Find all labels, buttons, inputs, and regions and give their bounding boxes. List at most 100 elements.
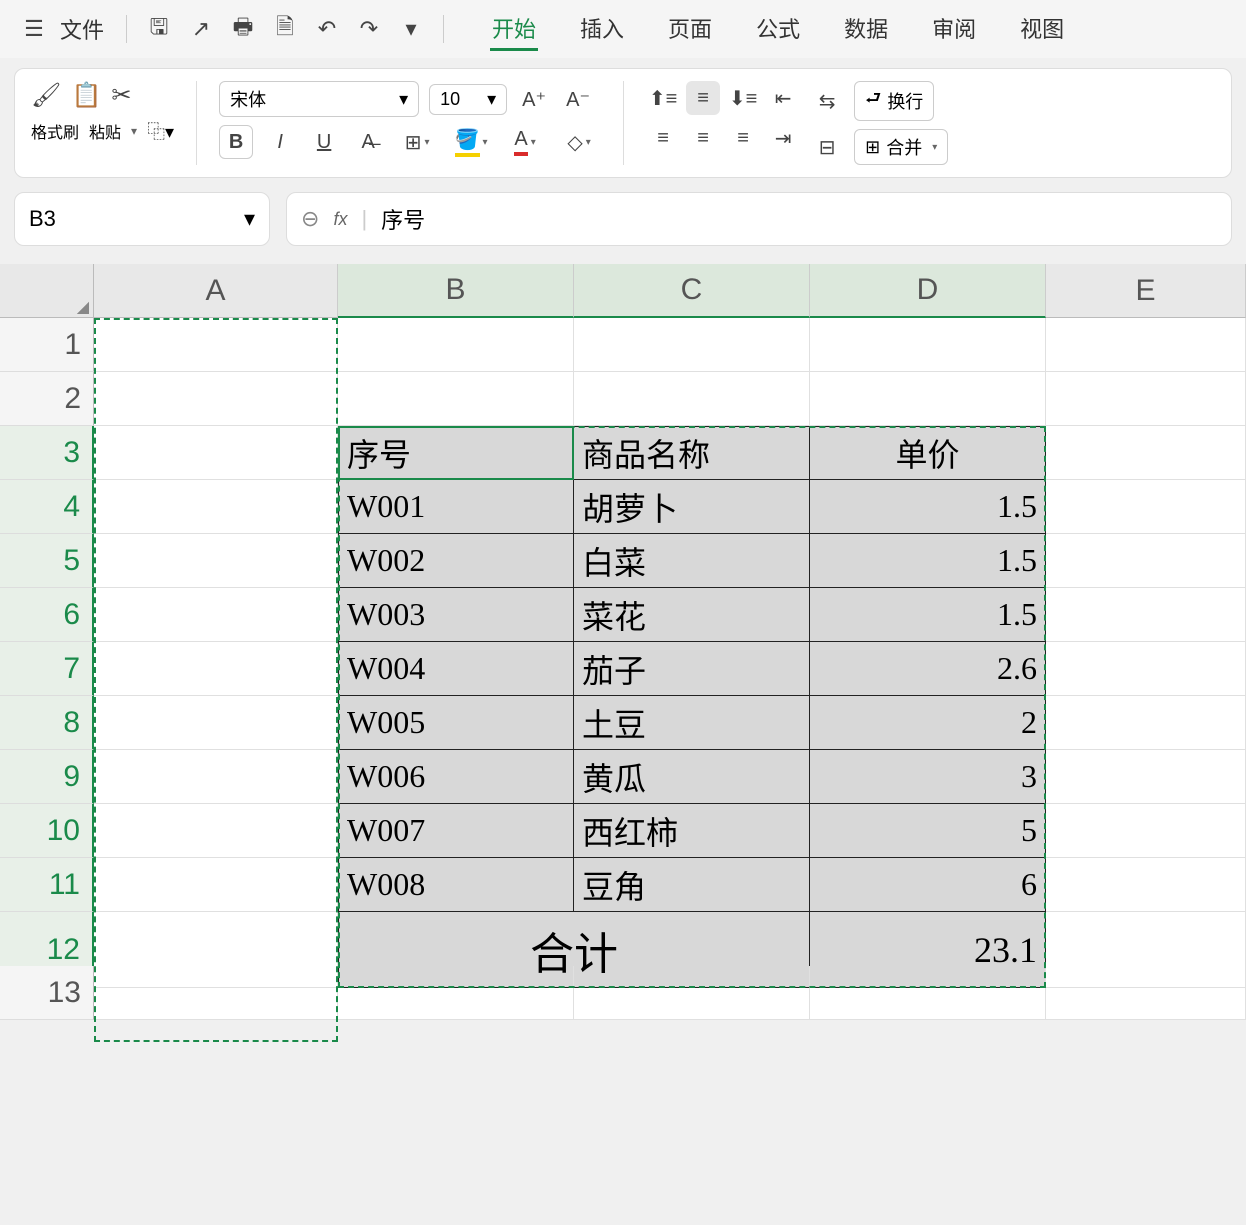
tab-start[interactable]: 开始: [490, 8, 538, 51]
cell[interactable]: [1046, 318, 1246, 372]
cell[interactable]: [1046, 480, 1246, 534]
align-bottom-button[interactable]: ⬇≡: [726, 81, 760, 115]
col-header-a[interactable]: A: [94, 264, 338, 318]
increase-font-button[interactable]: A⁺: [517, 82, 551, 116]
row-header[interactable]: 11: [0, 858, 94, 912]
cell[interactable]: [94, 534, 338, 588]
cell-d9[interactable]: 3: [810, 750, 1046, 804]
select-all-corner[interactable]: [0, 264, 94, 318]
cell-c10[interactable]: 西红柿: [574, 804, 810, 858]
font-size-select[interactable]: 10 ▾: [429, 84, 507, 115]
bold-button[interactable]: B: [219, 125, 253, 159]
cell-d7[interactable]: 2.6: [810, 642, 1046, 696]
redo-icon[interactable]: ↷: [353, 13, 385, 45]
cell[interactable]: [94, 750, 338, 804]
cell[interactable]: [94, 318, 338, 372]
share-icon[interactable]: ↗: [185, 13, 217, 45]
wrap-text-button[interactable]: ⮐ 换行: [854, 81, 934, 121]
tab-review[interactable]: 审阅: [930, 8, 978, 51]
italic-button[interactable]: I: [263, 125, 297, 159]
cell[interactable]: [1046, 858, 1246, 912]
tab-view[interactable]: 视图: [1018, 8, 1066, 51]
row-header[interactable]: 2: [0, 372, 94, 426]
cell[interactable]: [94, 588, 338, 642]
fill-color-button[interactable]: 🪣: [449, 125, 493, 159]
cell[interactable]: [574, 318, 810, 372]
cell-c5[interactable]: 白菜: [574, 534, 810, 588]
col-header-b[interactable]: B: [338, 264, 574, 318]
row-header[interactable]: 1: [0, 318, 94, 372]
cell[interactable]: [1046, 750, 1246, 804]
increase-indent-button[interactable]: ⇥: [766, 121, 800, 155]
cell[interactable]: [338, 318, 574, 372]
name-box[interactable]: B3 ▾: [14, 192, 270, 246]
cell-b9[interactable]: W006: [338, 750, 574, 804]
cancel-icon[interactable]: ⊖: [301, 206, 319, 232]
decrease-font-button[interactable]: A⁻: [561, 82, 595, 116]
file-menu[interactable]: 文件: [60, 13, 104, 45]
cell[interactable]: [94, 480, 338, 534]
font-color-button[interactable]: A: [503, 125, 547, 159]
tab-page[interactable]: 页面: [666, 8, 714, 51]
cell-c11[interactable]: 豆角: [574, 858, 810, 912]
cell-d5[interactable]: 1.5: [810, 534, 1046, 588]
col-header-e[interactable]: E: [1046, 264, 1246, 318]
row-header[interactable]: 9: [0, 750, 94, 804]
row-header[interactable]: 3: [0, 426, 94, 480]
cell-b3[interactable]: 序号: [338, 426, 574, 480]
indent-out-button[interactable]: ⇆: [810, 84, 844, 118]
hamburger-icon[interactable]: ☰: [18, 13, 50, 45]
cell-c6[interactable]: 菜花: [574, 588, 810, 642]
strikethrough-button[interactable]: A̶: [351, 125, 385, 159]
cell[interactable]: [810, 318, 1046, 372]
col-header-d[interactable]: D: [810, 264, 1046, 318]
align-top-button[interactable]: ⬆≡: [646, 81, 680, 115]
dropdown-icon[interactable]: ▾: [395, 13, 427, 45]
cell[interactable]: [94, 642, 338, 696]
cell[interactable]: [1046, 372, 1246, 426]
underline-button[interactable]: U: [307, 125, 341, 159]
row-header[interactable]: 10: [0, 804, 94, 858]
cell[interactable]: [338, 372, 574, 426]
align-middle-button[interactable]: ≡: [686, 81, 720, 115]
cell-b11[interactable]: W008: [338, 858, 574, 912]
copy-icon[interactable]: ⿻▾: [147, 118, 174, 144]
row-header[interactable]: 7: [0, 642, 94, 696]
cell[interactable]: [1046, 426, 1246, 480]
decrease-indent-button[interactable]: ⇤: [766, 81, 800, 115]
undo-icon[interactable]: ↶: [311, 13, 343, 45]
align-center-button[interactable]: ≡: [686, 121, 720, 155]
save-icon[interactable]: 🖫: [143, 13, 175, 45]
cell-b8[interactable]: W005: [338, 696, 574, 750]
cell[interactable]: [94, 858, 338, 912]
paste-button[interactable]: 📋: [71, 81, 101, 110]
cell-d3[interactable]: 单价: [810, 426, 1046, 480]
cell-c8[interactable]: 土豆: [574, 696, 810, 750]
cell-c3[interactable]: 商品名称: [574, 426, 810, 480]
cell[interactable]: [94, 696, 338, 750]
border-button[interactable]: ⊞: [395, 125, 439, 159]
merge-button[interactable]: ⊞ 合并: [854, 129, 948, 165]
row-header[interactable]: 13: [0, 966, 94, 1020]
cell-d10[interactable]: 5: [810, 804, 1046, 858]
cell[interactable]: [1046, 642, 1246, 696]
format-painter-button[interactable]: 🖌: [31, 81, 61, 110]
row-header[interactable]: 4: [0, 480, 94, 534]
row-header[interactable]: 6: [0, 588, 94, 642]
orientation-button[interactable]: ⊟: [810, 130, 844, 164]
cell-b4[interactable]: W001: [338, 480, 574, 534]
tab-data[interactable]: 数据: [842, 8, 890, 51]
preview-icon[interactable]: 🗎: [269, 13, 301, 45]
cell[interactable]: [1046, 588, 1246, 642]
cell-b7[interactable]: W004: [338, 642, 574, 696]
row-header[interactable]: 8: [0, 696, 94, 750]
cell[interactable]: [94, 426, 338, 480]
tab-formula[interactable]: 公式: [754, 8, 802, 51]
formula-bar[interactable]: ⊖ fx | 序号: [286, 192, 1232, 246]
align-left-button[interactable]: ≡: [646, 121, 680, 155]
cell-d6[interactable]: 1.5: [810, 588, 1046, 642]
row-header[interactable]: 5: [0, 534, 94, 588]
cell[interactable]: [574, 966, 810, 1020]
cell-c9[interactable]: 黄瓜: [574, 750, 810, 804]
cell[interactable]: [338, 966, 574, 1020]
